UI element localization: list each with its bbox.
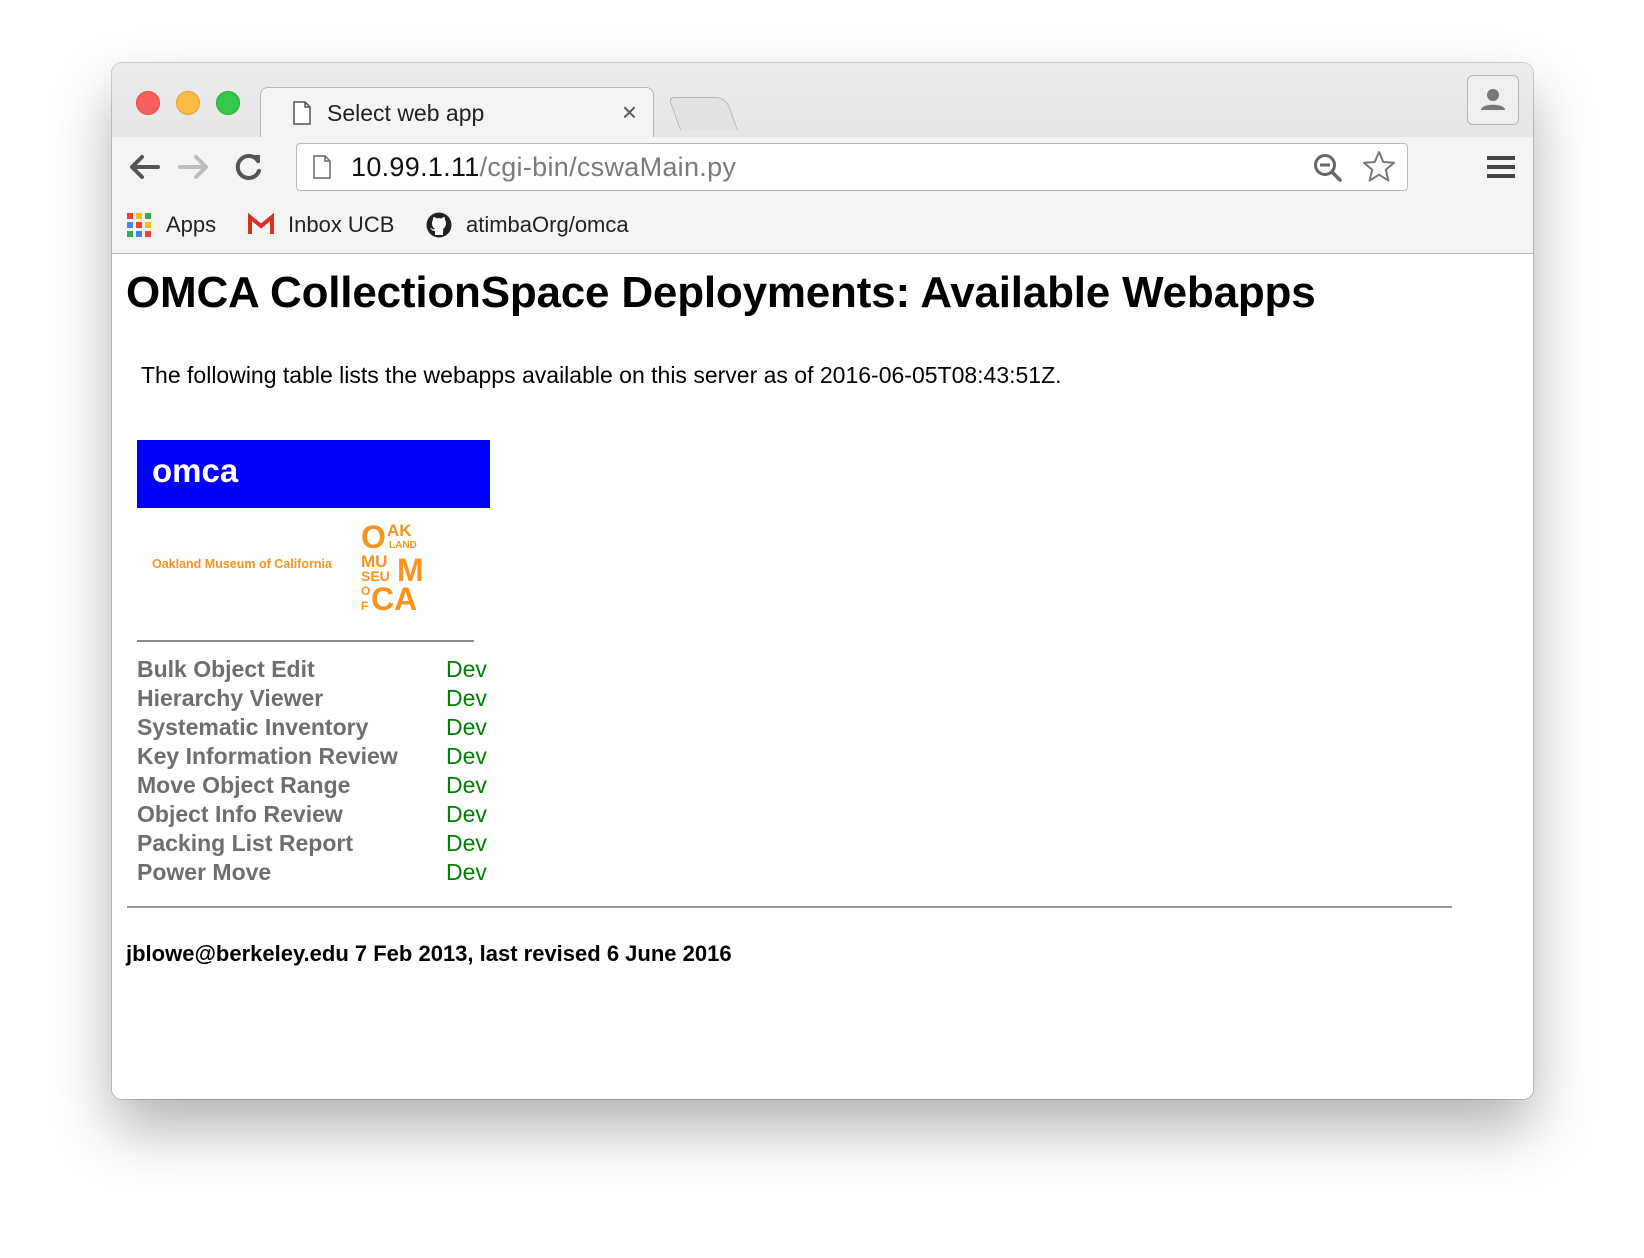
app-name: Hierarchy Viewer [137, 685, 324, 711]
dev-link[interactable]: Dev [446, 830, 487, 857]
profile-button[interactable] [1467, 75, 1519, 125]
new-tab-button[interactable] [667, 97, 739, 130]
app-name: Power Move [137, 859, 272, 885]
dev-link[interactable]: Dev [446, 743, 487, 770]
forward-arrow-icon[interactable] [174, 147, 214, 187]
toolbar: 10.99.1.11/cgi-bin/cswaMain.py [112, 137, 1533, 197]
zoom-out-icon[interactable] [1313, 153, 1343, 183]
bookmark-apps[interactable]: Apps [126, 209, 216, 241]
gmail-icon [248, 212, 274, 234]
app-name: Move Object Range [137, 772, 351, 798]
oakland-museum-logo-mark: O AK LAND MU SEU M O F CA [361, 520, 424, 616]
svg-text:LAND: LAND [389, 540, 417, 551]
page-content: OMCA CollectionSpace Deployments: Availa… [112, 254, 1533, 1099]
app-name: Systematic Inventory [137, 714, 369, 740]
bookmark-label: atimbaOrg/omca [466, 212, 629, 237]
app-name: Packing List Report [137, 830, 353, 856]
dev-link[interactable]: Dev [446, 685, 487, 712]
url-host: 10.99.1.11 [351, 152, 480, 182]
back-arrow-icon[interactable] [124, 147, 164, 187]
dev-link[interactable]: Dev [446, 772, 487, 799]
tab-title: Select web app [327, 100, 485, 126]
page-icon [293, 101, 311, 125]
zoom-window-button[interactable] [216, 91, 240, 115]
svg-text:F: F [361, 599, 368, 613]
close-window-button[interactable] [136, 91, 160, 115]
page-icon [313, 155, 331, 179]
bookmark-github[interactable]: atimbaOrg/omca [426, 209, 629, 241]
banner-text: omca [152, 452, 239, 489]
divider [127, 906, 1452, 908]
intro-text: The following table lists the webapps av… [141, 362, 1062, 388]
bookmark-star-icon[interactable] [1361, 149, 1397, 185]
svg-text:O: O [361, 584, 370, 598]
bookmarks-bar: Apps Inbox UCB atimbaOrg/omca [112, 197, 1533, 253]
url-path: /cgi-bin/cswaMain.py [479, 152, 737, 182]
dev-link[interactable]: Dev [446, 714, 487, 741]
svg-text:O: O [361, 520, 386, 555]
address-bar[interactable]: 10.99.1.11/cgi-bin/cswaMain.py [296, 143, 1408, 191]
svg-text:AK: AK [387, 521, 412, 540]
app-name: Bulk Object Edit [137, 656, 315, 682]
footer-text: jblowe@berkeley.edu 7 Feb 2013, last rev… [126, 941, 732, 966]
omca-banner: omca [137, 440, 490, 508]
url-text: 10.99.1.11/cgi-bin/cswaMain.py [351, 152, 736, 183]
bookmark-label: Apps [166, 212, 217, 237]
divider [137, 640, 474, 642]
dev-link[interactable]: Dev [446, 801, 487, 828]
hamburger-menu-icon[interactable] [1485, 153, 1517, 181]
omca-logo: Oakland Museum of California O AK LAND M… [137, 518, 490, 618]
bookmark-inbox-ucb[interactable]: Inbox UCB [248, 209, 394, 241]
person-icon [1481, 89, 1505, 110]
tab-close-icon[interactable]: × [622, 97, 637, 128]
minimize-window-button[interactable] [176, 91, 200, 115]
bookmark-label: Inbox UCB [288, 212, 395, 237]
app-name: Object Info Review [137, 801, 343, 827]
github-icon [426, 212, 452, 238]
dev-link[interactable]: Dev [446, 656, 487, 683]
app-name: Key Information Review [137, 743, 398, 769]
logo-text: Oakland Museum of California [152, 557, 332, 571]
dev-link[interactable]: Dev [446, 859, 487, 886]
reload-icon[interactable] [228, 147, 268, 187]
browser-chrome: Select web app × 10.99.1.11/cgi-bin/cswa… [112, 63, 1533, 254]
browser-window: Select web app × 10.99.1.11/cgi-bin/cswa… [112, 63, 1533, 1099]
apps-grid-icon [127, 213, 151, 237]
page-title: OMCA CollectionSpace Deployments: Availa… [126, 268, 1316, 317]
svg-text:CA: CA [371, 581, 417, 616]
active-tab[interactable]: Select web app × [260, 87, 654, 138]
